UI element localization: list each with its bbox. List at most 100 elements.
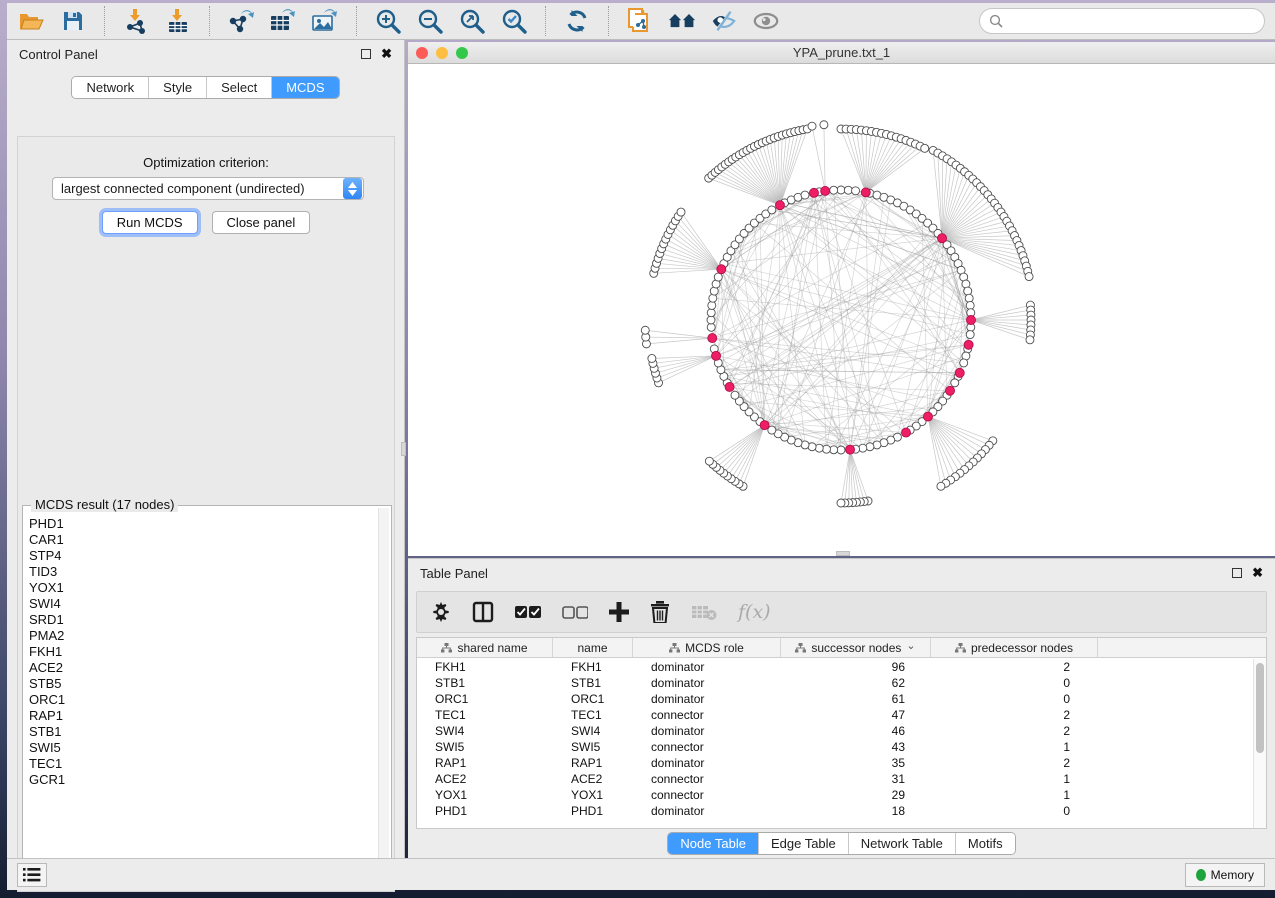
- tab-network-table[interactable]: Network Table: [848, 833, 955, 854]
- column-label: successor nodes: [811, 641, 901, 655]
- table-row[interactable]: SWI4SWI4dominator462: [417, 723, 1253, 739]
- memory-button[interactable]: Memory: [1185, 863, 1265, 887]
- cell: connector: [633, 787, 781, 803]
- mcds-result-item[interactable]: STP4: [29, 548, 377, 564]
- result-scrollbar[interactable]: [378, 508, 389, 872]
- float-panel-icon[interactable]: [1232, 568, 1242, 578]
- mcds-result-item[interactable]: FKH1: [29, 644, 377, 660]
- table-row[interactable]: TEC1TEC1connector472: [417, 707, 1253, 723]
- column-header-predecessor-nodes[interactable]: predecessor nodes: [931, 638, 1098, 657]
- save-session-icon[interactable]: [59, 8, 87, 34]
- mcds-result-item[interactable]: TEC1: [29, 756, 377, 772]
- cell: TEC1: [553, 707, 633, 723]
- mcds-result-item[interactable]: YOX1: [29, 580, 377, 596]
- tab-motifs[interactable]: Motifs: [955, 833, 1015, 854]
- cell: 29: [781, 787, 931, 803]
- export-network-icon[interactable]: [227, 8, 255, 34]
- zoom-out-icon[interactable]: [416, 8, 444, 34]
- show-all-icon[interactable]: [752, 8, 780, 34]
- task-history-button[interactable]: [17, 863, 47, 887]
- criterion-dropdown[interactable]: largest connected component (undirected): [52, 177, 364, 200]
- mcds-result-list[interactable]: PHD1CAR1STP4TID3YOX1SWI4SRD1PMA2FKH1ACE2…: [29, 516, 377, 872]
- node-table-header: shared namenameMCDS role successor nodes ⌄…: [417, 638, 1266, 658]
- open-file-icon[interactable]: [17, 8, 45, 34]
- run-mcds-button[interactable]: Run MCDS: [102, 211, 198, 234]
- function-builder-icon[interactable]: f(x): [738, 598, 771, 626]
- deselect-all-icon[interactable]: [562, 598, 588, 626]
- copy-network-icon[interactable]: [626, 8, 654, 34]
- table-row[interactable]: RAP1RAP1dominator352: [417, 755, 1253, 771]
- mcds-result-item[interactable]: GCR1: [29, 772, 377, 788]
- tab-edge-table[interactable]: Edge Table: [758, 833, 848, 854]
- mcds-result-item[interactable]: CAR1: [29, 532, 377, 548]
- zoom-fit-icon[interactable]: [458, 8, 486, 34]
- select-all-icon[interactable]: [515, 598, 541, 626]
- table-row[interactable]: ORC1ORC1dominator610: [417, 691, 1253, 707]
- column-header-shared-name[interactable]: shared name: [417, 638, 553, 657]
- mcds-result-item[interactable]: STB5: [29, 676, 377, 692]
- column-header-successor-nodes[interactable]: successor nodes ⌄: [781, 638, 931, 657]
- mcds-result-item[interactable]: SWI4: [29, 596, 377, 612]
- table-row[interactable]: YOX1YOX1connector291: [417, 787, 1253, 803]
- sort-chevron-icon: ⌄: [906, 639, 915, 652]
- tab-select[interactable]: Select: [206, 77, 271, 98]
- mcds-result-item[interactable]: PMA2: [29, 628, 377, 644]
- list-icon: [23, 868, 41, 882]
- table-row[interactable]: FKH1FKH1dominator962: [417, 659, 1253, 675]
- import-table-icon[interactable]: [164, 8, 192, 34]
- network-canvas[interactable]: [408, 64, 1275, 556]
- mcds-result-item[interactable]: SWI5: [29, 740, 377, 756]
- mcds-result-item[interactable]: SRD1: [29, 612, 377, 628]
- network-window-titlebar[interactable]: YPA_prune.txt_1: [408, 42, 1275, 64]
- mcds-result-item[interactable]: RAP1: [29, 708, 377, 724]
- close-panel-icon[interactable]: ✖: [381, 49, 392, 59]
- tab-network[interactable]: Network: [72, 77, 148, 98]
- cell: dominator: [633, 755, 781, 771]
- mcds-result-item[interactable]: STB1: [29, 724, 377, 740]
- zoom-selected-icon[interactable]: [500, 8, 528, 34]
- export-table-icon[interactable]: [269, 8, 297, 34]
- close-panel-button[interactable]: Close panel: [212, 211, 311, 234]
- search-input[interactable]: [1009, 14, 1255, 28]
- zoom-in-icon[interactable]: [374, 8, 402, 34]
- control-panel: Control Panel ✖ Network Style Select MCD…: [7, 40, 405, 858]
- tab-node-table[interactable]: Node Table: [668, 833, 758, 854]
- table-scrollbar[interactable]: [1253, 659, 1266, 828]
- close-panel-icon[interactable]: ✖: [1252, 568, 1263, 578]
- cell: 31: [781, 771, 931, 787]
- mcds-result-item[interactable]: PHD1: [29, 516, 377, 532]
- table-row[interactable]: STB1STB1dominator620: [417, 675, 1253, 691]
- table-row[interactable]: SWI5SWI5connector431: [417, 739, 1253, 755]
- search-field[interactable]: [979, 8, 1265, 34]
- tree-icon: [441, 643, 452, 653]
- float-panel-icon[interactable]: [361, 49, 371, 59]
- hide-selected-icon[interactable]: [710, 8, 738, 34]
- delete-columns-icon[interactable]: [650, 598, 670, 626]
- table-row[interactable]: ACE2ACE2connector311: [417, 771, 1253, 787]
- tab-mcds[interactable]: MCDS: [271, 77, 338, 98]
- refresh-icon[interactable]: [563, 8, 591, 34]
- mcds-result-title: MCDS result (17 nodes): [31, 497, 178, 512]
- delete-table-icon[interactable]: [691, 598, 717, 626]
- cell: PHD1: [553, 803, 633, 819]
- cell: connector: [633, 707, 781, 723]
- mcds-result-item[interactable]: ACE2: [29, 660, 377, 676]
- column-label: predecessor nodes: [971, 641, 1073, 655]
- add-column-icon[interactable]: [609, 598, 629, 626]
- mcds-result-item[interactable]: ORC1: [29, 692, 377, 708]
- tree-icon: [795, 643, 806, 653]
- column-header-name[interactable]: name: [553, 638, 633, 657]
- vertical-splitter-handle[interactable]: [401, 442, 406, 456]
- import-network-icon[interactable]: [122, 8, 150, 34]
- table-options-icon[interactable]: [431, 598, 451, 626]
- table-scrollbar-thumb[interactable]: [1256, 663, 1264, 753]
- mcds-result-item[interactable]: TID3: [29, 564, 377, 580]
- memory-label: Memory: [1211, 868, 1254, 882]
- tab-style[interactable]: Style: [148, 77, 206, 98]
- table-row[interactable]: PHD1PHD1dominator180: [417, 803, 1253, 819]
- column-header-MCDS-role[interactable]: MCDS role: [633, 638, 781, 657]
- horizontal-splitter-handle[interactable]: [836, 551, 850, 556]
- export-image-icon[interactable]: [311, 8, 339, 34]
- show-columns-icon[interactable]: [472, 598, 494, 626]
- overview-icon[interactable]: [668, 8, 696, 34]
